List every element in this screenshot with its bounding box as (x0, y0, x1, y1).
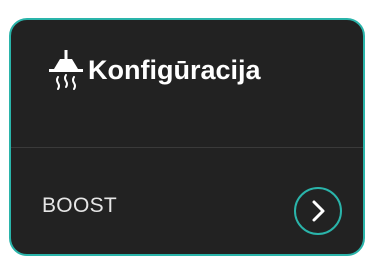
card-title: Konfigūracija (88, 55, 261, 85)
open-boost-button[interactable] (294, 187, 342, 235)
range-hood-icon (49, 50, 83, 90)
chevron-right-icon (312, 200, 325, 222)
list-item-boost[interactable]: BOOST (11, 148, 363, 254)
configuration-card: Konfigūracija BOOST (9, 18, 365, 256)
list-item-label: BOOST (42, 194, 118, 217)
card-header: Konfigūracija (11, 20, 363, 147)
